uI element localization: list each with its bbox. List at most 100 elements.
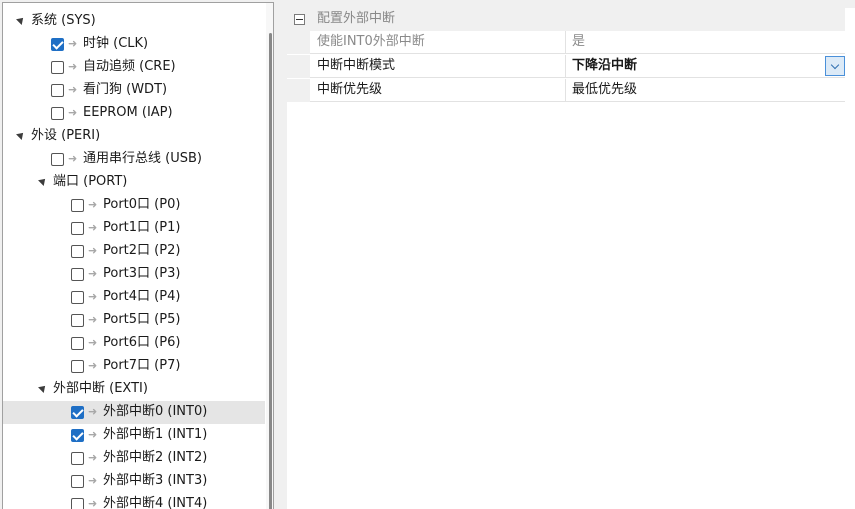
tree-item-node[interactable]: ➜ Port6口 (P6) [3,332,265,355]
tree-item-node[interactable]: ➜ EEPROM (IAP) [3,102,265,125]
tree-node-label: 自动追频 (CRE) [83,59,176,74]
tree-node-label: 端口 (PORT) [53,174,128,189]
node-checkbox[interactable] [51,61,64,74]
tree-group-node[interactable]: 外部中断 (EXTI) [3,378,265,401]
tree-item-node[interactable]: ➜ 外部中断3 (INT3) [3,470,265,493]
property-value-cell[interactable]: 是 [565,31,845,54]
collapse-icon[interactable] [294,14,305,25]
node-checkbox[interactable] [71,429,84,442]
tree-node-label: Port3口 (P3) [103,266,181,281]
arrow-right-icon: ➜ [68,106,78,119]
node-checkbox[interactable] [71,475,84,488]
arrow-right-icon: ➜ [68,37,78,50]
node-checkbox[interactable] [71,222,84,235]
tree-node-label: 外部中断 (EXTI) [53,381,148,396]
property-row-enable-int0[interactable]: 使能INT0外部中断 是 [287,31,845,54]
tree-node-label: Port2口 (P2) [103,243,181,258]
arrow-right-icon: ➜ [88,313,98,326]
property-name: 中断中断模式 [317,58,396,73]
arrow-right-icon: ➜ [88,290,98,303]
property-row-interrupt-mode[interactable]: 中断中断模式 下降沿中断 [287,55,845,78]
property-row-priority[interactable]: 中断优先级 最低优先级 [287,79,845,102]
tree-item-node[interactable]: ➜ 通用串行总线 (USB) [3,148,265,171]
node-checkbox[interactable] [71,452,84,465]
property-value-cell[interactable]: 最低优先级 [565,79,845,102]
tree-node-label: 外部中断3 (INT3) [103,473,208,488]
tree-item-node[interactable]: ➜ Port3口 (P3) [3,263,265,286]
node-checkbox[interactable] [51,38,64,51]
node-checkbox[interactable] [51,153,64,166]
tree-node-label: Port5口 (P5) [103,312,181,327]
tree-item-node[interactable]: ➜ 外部中断4 (INT4) [3,493,265,509]
arrow-right-icon: ➜ [88,221,98,234]
tree-item-node[interactable]: ➜ Port4口 (P4) [3,286,265,309]
arrow-right-icon: ➜ [68,83,78,96]
tree-node-label: Port4口 (P4) [103,289,181,304]
tree-item-node[interactable]: ➜ 时钟 (CLK) [3,33,265,56]
tree-item-node[interactable]: ➜ Port2口 (P2) [3,240,265,263]
tree-item-node[interactable]: ➜ 外部中断0 (INT0) [3,401,265,424]
node-checkbox[interactable] [71,314,84,327]
arrow-right-icon: ➜ [88,336,98,349]
arrow-right-icon: ➜ [88,451,98,464]
tree-rows: 系统 (SYS) ➜ 时钟 (CLK) ➜ 自动追频 (CRE) ➜ 看门狗 (WDT) ➜ E… [3,10,265,509]
tree-item-node[interactable]: ➜ Port7口 (P7) [3,355,265,378]
property-name: 使能INT0外部中断 [317,34,425,49]
node-checkbox[interactable] [51,107,64,120]
tree-item-node[interactable]: ➜ Port5口 (P5) [3,309,265,332]
tree-item-node[interactable]: ➜ Port1口 (P1) [3,217,265,240]
arrow-right-icon: ➜ [88,474,98,487]
tree-node-label: 外设 (PERI) [31,128,101,143]
node-checkbox[interactable] [71,245,84,258]
expand-triangle-icon[interactable] [16,130,26,140]
tree-node-label: 看门狗 (WDT) [83,82,168,97]
node-checkbox[interactable] [71,498,84,509]
expand-triangle-icon[interactable] [16,15,26,25]
node-checkbox[interactable] [51,84,64,97]
expand-triangle-icon[interactable] [38,176,48,186]
tree-node-label: EEPROM (IAP) [83,105,173,120]
category-row[interactable]: 配置外部中断 [287,8,845,31]
tree-node-label: Port0口 (P0) [103,197,181,212]
tree-scrollbar[interactable] [266,3,273,509]
property-grid: 配置外部中断 使能INT0外部中断 是 中断中断模式 下降沿中断 中断优先级 最… [287,8,855,509]
property-name: 中断优先级 [317,82,383,97]
node-checkbox[interactable] [71,268,84,281]
tree-item-node[interactable]: ➜ 看门狗 (WDT) [3,79,265,102]
arrow-right-icon: ➜ [88,198,98,211]
arrow-right-icon: ➜ [88,405,98,418]
property-value: 是 [572,34,586,49]
tree-node-label: Port6口 (P6) [103,335,181,350]
property-value: 下降沿中断 [572,58,638,73]
chevron-down-icon[interactable] [825,56,845,76]
arrow-right-icon: ➜ [88,497,98,509]
tree-node-label: 外部中断2 (INT2) [103,450,208,465]
arrow-right-icon: ➜ [88,244,98,257]
node-checkbox[interactable] [71,337,84,350]
tree-node-label: 系统 (SYS) [31,13,96,28]
row-gutter [287,55,310,78]
property-value-cell[interactable]: 下降沿中断 [565,55,845,78]
arrow-right-icon: ➜ [68,152,78,165]
node-checkbox[interactable] [71,406,84,419]
node-checkbox[interactable] [71,360,84,373]
tree-node-label: Port7口 (P7) [103,358,181,373]
tree-node-label: Port1口 (P1) [103,220,181,235]
tree-group-node[interactable]: 端口 (PORT) [3,171,265,194]
tree-group-node[interactable]: 外设 (PERI) [3,125,265,148]
node-checkbox[interactable] [71,291,84,304]
property-value: 最低优先级 [572,82,638,97]
expand-triangle-icon[interactable] [38,383,48,393]
tree-scroll-thumb[interactable] [269,33,272,509]
node-checkbox[interactable] [71,199,84,212]
tree-node-label: 时钟 (CLK) [83,36,149,51]
row-gutter [287,31,310,54]
tree-group-node[interactable]: 系统 (SYS) [3,10,265,33]
tree-item-node[interactable]: ➜ Port0口 (P0) [3,194,265,217]
tree-item-node[interactable]: ➜ 外部中断1 (INT1) [3,424,265,447]
tree-node-label: 通用串行总线 (USB) [83,151,202,166]
arrow-right-icon: ➜ [88,428,98,441]
arrow-right-icon: ➜ [88,267,98,280]
tree-item-node[interactable]: ➜ 自动追频 (CRE) [3,56,265,79]
tree-item-node[interactable]: ➜ 外部中断2 (INT2) [3,447,265,470]
